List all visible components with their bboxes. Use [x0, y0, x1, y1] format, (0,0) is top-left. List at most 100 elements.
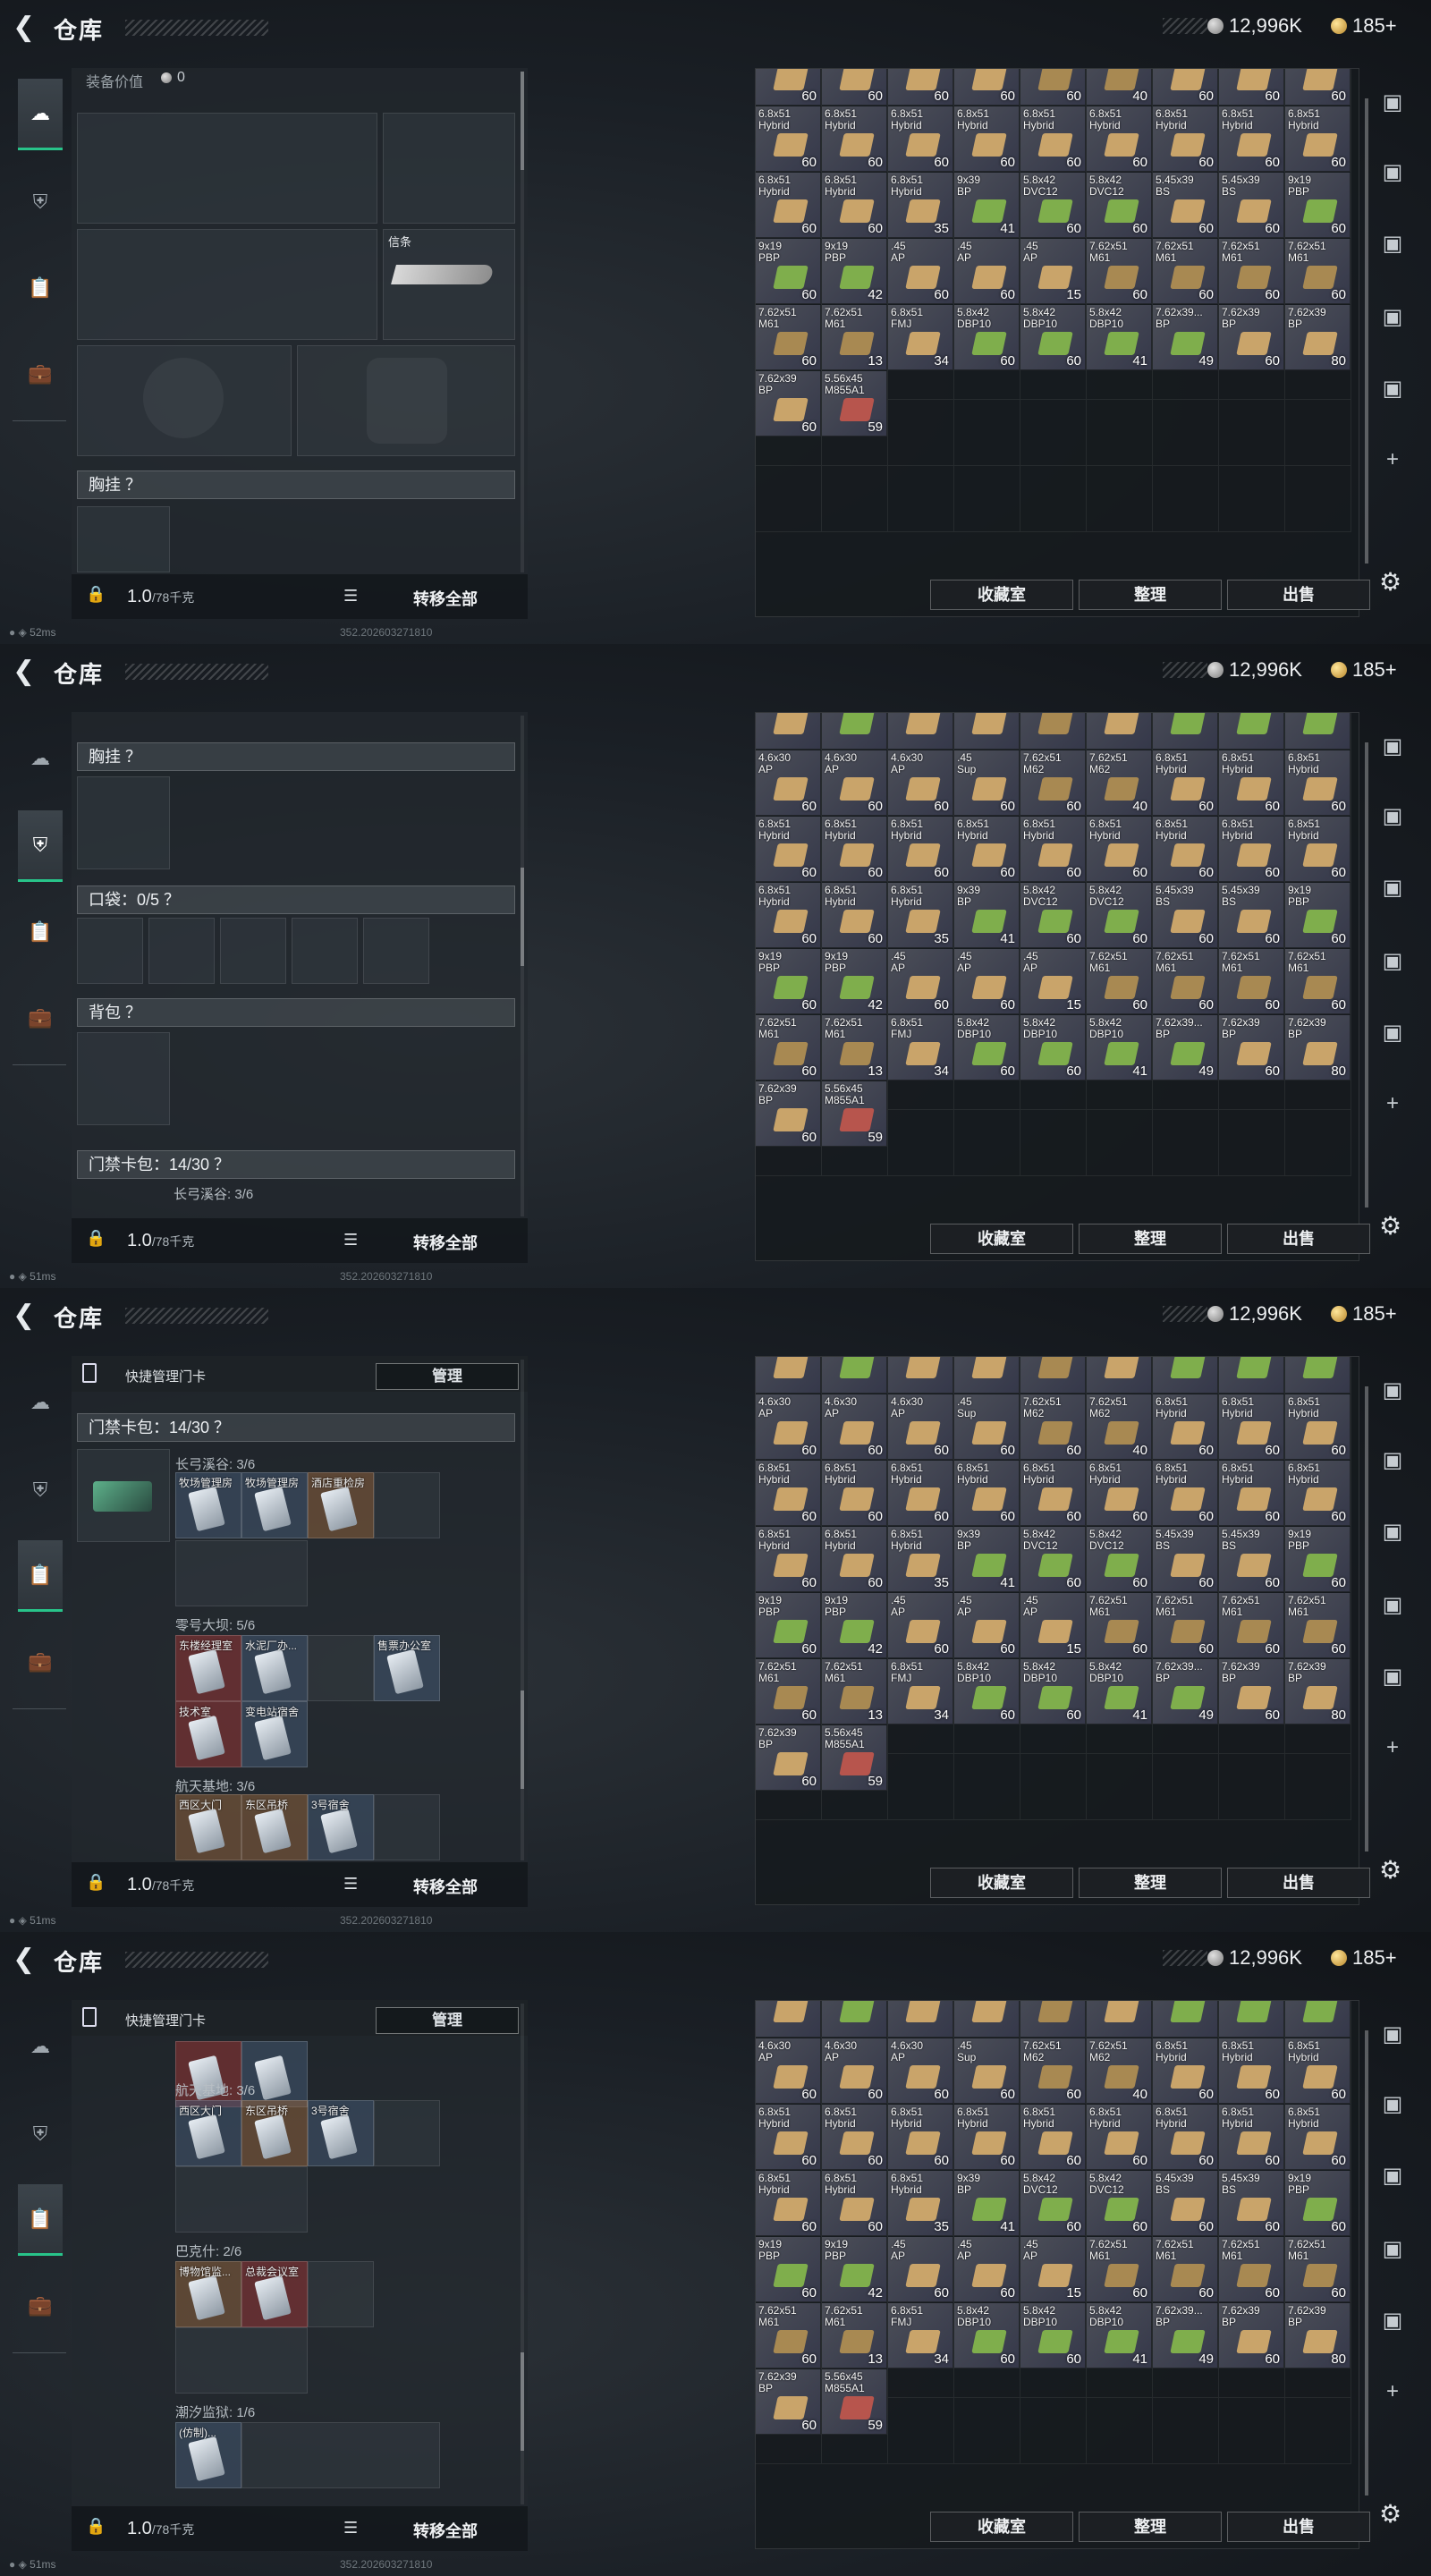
- grid-slot[interactable]: [822, 466, 888, 532]
- ammo-item[interactable]: 7.62x51 M61 60: [756, 1015, 821, 1080]
- plus-icon[interactable]: +: [1377, 2379, 1408, 2410]
- ammo-item[interactable]: 7.62x51 M61 60: [1285, 1593, 1351, 1658]
- tab-keycards[interactable]: 📋: [18, 1540, 63, 1612]
- keycard[interactable]: 东楼经理室: [175, 1635, 241, 1701]
- keycard[interactable]: 3号宿舍: [308, 2100, 374, 2166]
- grid-slot[interactable]: [1219, 1754, 1285, 1820]
- ammo-item[interactable]: 5.56x45 M855A1 59: [822, 2369, 887, 2435]
- empty-slot[interactable]: [308, 1635, 374, 1701]
- ammo-item[interactable]: 6.8x51 Hybrid 60: [822, 817, 887, 882]
- grid-slot[interactable]: [954, 466, 1020, 532]
- sort-button[interactable]: 整理: [1079, 2512, 1222, 2542]
- keycard[interactable]: 水泥厂办...: [241, 1635, 308, 1701]
- safe-icon[interactable]: ▣: [1377, 89, 1408, 120]
- ammo-item[interactable]: 60: [1153, 1357, 1218, 1394]
- ammo-item[interactable]: 7.62x51 M61 60: [1285, 239, 1351, 304]
- tab-keycards[interactable]: 📋: [18, 2184, 63, 2256]
- ammo-item[interactable]: 6.8x51 Hybrid 60: [756, 2171, 821, 2236]
- camera-add-icon[interactable]: ▣: [1377, 2236, 1408, 2267]
- keycard[interactable]: 牧场管理房: [175, 1472, 241, 1538]
- keycard[interactable]: 西区大门: [175, 2100, 241, 2166]
- ammo-item[interactable]: 5.8x42 DVC12 60: [1020, 1527, 1086, 1592]
- tab-equipment[interactable]: ⛨: [18, 1454, 63, 1526]
- grid-slot[interactable]: [1219, 466, 1285, 532]
- list-icon[interactable]: ☰: [343, 1231, 358, 1250]
- ammo-item[interactable]: 60: [954, 713, 1020, 750]
- gold-currency[interactable]: 185+: [1331, 1302, 1397, 1326]
- grid-slot[interactable]: [1219, 2398, 1285, 2464]
- ammo-item[interactable]: 7.62x51 M61 60: [756, 305, 821, 370]
- ammo-item[interactable]: 7.62x51 M61 60: [756, 1659, 821, 1724]
- ammo-item[interactable]: 6.8x51 Hybrid 60: [1020, 106, 1086, 172]
- camera-add-icon[interactable]: ▣: [1377, 2091, 1408, 2122]
- ammo-item[interactable]: 6.8x51 Hybrid 60: [954, 1461, 1020, 1526]
- ammo-item[interactable]: 7.62x51 M61 60: [1219, 949, 1284, 1014]
- keycard[interactable]: 总裁会议室: [241, 2261, 308, 2327]
- empty-slot[interactable]: [308, 2261, 374, 2327]
- ammo-item[interactable]: 5.8x42 DBP10 60: [1020, 2303, 1086, 2368]
- grid-slot[interactable]: [1087, 2398, 1153, 2464]
- grid-slot[interactable]: [1020, 1110, 1087, 1176]
- stash-iv-icon[interactable]: ▣: [1377, 1020, 1408, 1050]
- keycard[interactable]: 东区吊桥: [241, 1794, 308, 1860]
- grid-slot[interactable]: [1153, 466, 1219, 532]
- ammo-item[interactable]: 5.45x39 BS 60: [1219, 883, 1284, 948]
- ammo-item[interactable]: 6.8x51 Hybrid 60: [1153, 1461, 1218, 1526]
- ammo-item[interactable]: 5.8x42 DVC12 60: [1087, 2171, 1152, 2236]
- gear-icon[interactable]: ⚙: [1379, 1211, 1401, 1241]
- grid-slot[interactable]: [1153, 1754, 1219, 1820]
- keycard[interactable]: 博物馆监...: [175, 2261, 241, 2327]
- tab-case[interactable]: 💼: [18, 338, 63, 410]
- ammo-item[interactable]: 5.8x42 DBP10 41: [1087, 2303, 1152, 2368]
- ammo-item[interactable]: 6.8x51 Hybrid 60: [888, 106, 953, 172]
- ammo-item[interactable]: 6.8x51 Hybrid 60: [756, 883, 821, 948]
- ammo-item[interactable]: 60: [888, 713, 953, 750]
- warehouse-grid[interactable]: 25360608606060604.6x30 AP604.6x30 AP604.…: [755, 2000, 1359, 2549]
- ammo-item[interactable]: 6.8x51 Hybrid 60: [756, 1527, 821, 1592]
- ammo-item[interactable]: 9x39 BP 41: [954, 883, 1020, 948]
- ammo-item[interactable]: .45 AP 60: [888, 1593, 953, 1658]
- grid-slot[interactable]: [954, 1110, 1020, 1176]
- ammo-item[interactable]: 7.62x51 M61 60: [1087, 949, 1152, 1014]
- ammo-item[interactable]: 6.8x51 Hybrid 60: [1219, 1461, 1284, 1526]
- ammo-item[interactable]: 7.62x51 M62 60: [1020, 2038, 1086, 2104]
- ammo-item[interactable]: 7.62x51 M61 13: [822, 1015, 887, 1080]
- ammo-item[interactable]: 7.62x51 M61 60: [1285, 949, 1351, 1014]
- ammo-item[interactable]: 6.8x51 Hybrid 60: [1153, 2105, 1218, 2170]
- ammo-item[interactable]: 9x19 PBP 42: [822, 949, 887, 1014]
- ammo-item[interactable]: 7.62x51 M61 13: [822, 305, 887, 370]
- transfer-all-button[interactable]: 转移全部: [413, 1231, 478, 1254]
- ammo-item[interactable]: .45 AP 15: [1020, 2237, 1086, 2302]
- back-arrow-icon[interactable]: ❮: [13, 1945, 39, 1975]
- safe-icon[interactable]: ▣: [1377, 733, 1408, 764]
- ammo-item[interactable]: 7.62x39 BP 80: [1285, 305, 1351, 370]
- empty-slot[interactable]: [77, 113, 377, 224]
- ammo-item[interactable]: 6.8x51 FMJ 34: [888, 305, 953, 370]
- tab-case[interactable]: 💼: [18, 1626, 63, 1698]
- ammo-item[interactable]: 6.8x51 Hybrid 60: [822, 173, 887, 238]
- left-scroll-thumb[interactable]: [521, 1690, 524, 1789]
- tab-equipment[interactable]: ⛨: [18, 166, 63, 238]
- grid-slot[interactable]: [888, 2398, 954, 2464]
- sell-button[interactable]: 出售: [1227, 2512, 1370, 2542]
- ammo-item[interactable]: 6.8x51 FMJ 34: [888, 1659, 953, 1724]
- ammo-item[interactable]: 60: [1219, 2001, 1284, 2038]
- empty-slot[interactable]: [148, 918, 215, 984]
- ammo-item[interactable]: .45 AP 15: [1020, 239, 1086, 304]
- grid-slot[interactable]: [1087, 1754, 1153, 1820]
- ammo-item[interactable]: 7.62x39 BP 60: [1219, 1015, 1284, 1080]
- ammo-item[interactable]: 60: [1285, 2001, 1351, 2038]
- ammo-item[interactable]: 9x19 PBP 60: [756, 949, 821, 1014]
- transfer-all-button[interactable]: 转移全部: [413, 587, 478, 610]
- empty-slot[interactable]: [77, 229, 377, 340]
- keycard[interactable]: 牧场管理房: [241, 1472, 308, 1538]
- ammo-item[interactable]: 5.45x39 BS 60: [1219, 173, 1284, 238]
- tab-case[interactable]: 💼: [18, 2270, 63, 2342]
- back-arrow-icon[interactable]: ❮: [13, 1301, 39, 1331]
- keycard[interactable]: (仿制)...: [175, 2422, 241, 2488]
- camera-add-icon[interactable]: ▣: [1377, 875, 1408, 905]
- ammo-item[interactable]: 60: [888, 2001, 953, 2038]
- ammo-item[interactable]: 8: [1020, 1357, 1086, 1394]
- ammo-item[interactable]: 6.8x51 Hybrid 60: [756, 106, 821, 172]
- sort-button[interactable]: 整理: [1079, 580, 1222, 610]
